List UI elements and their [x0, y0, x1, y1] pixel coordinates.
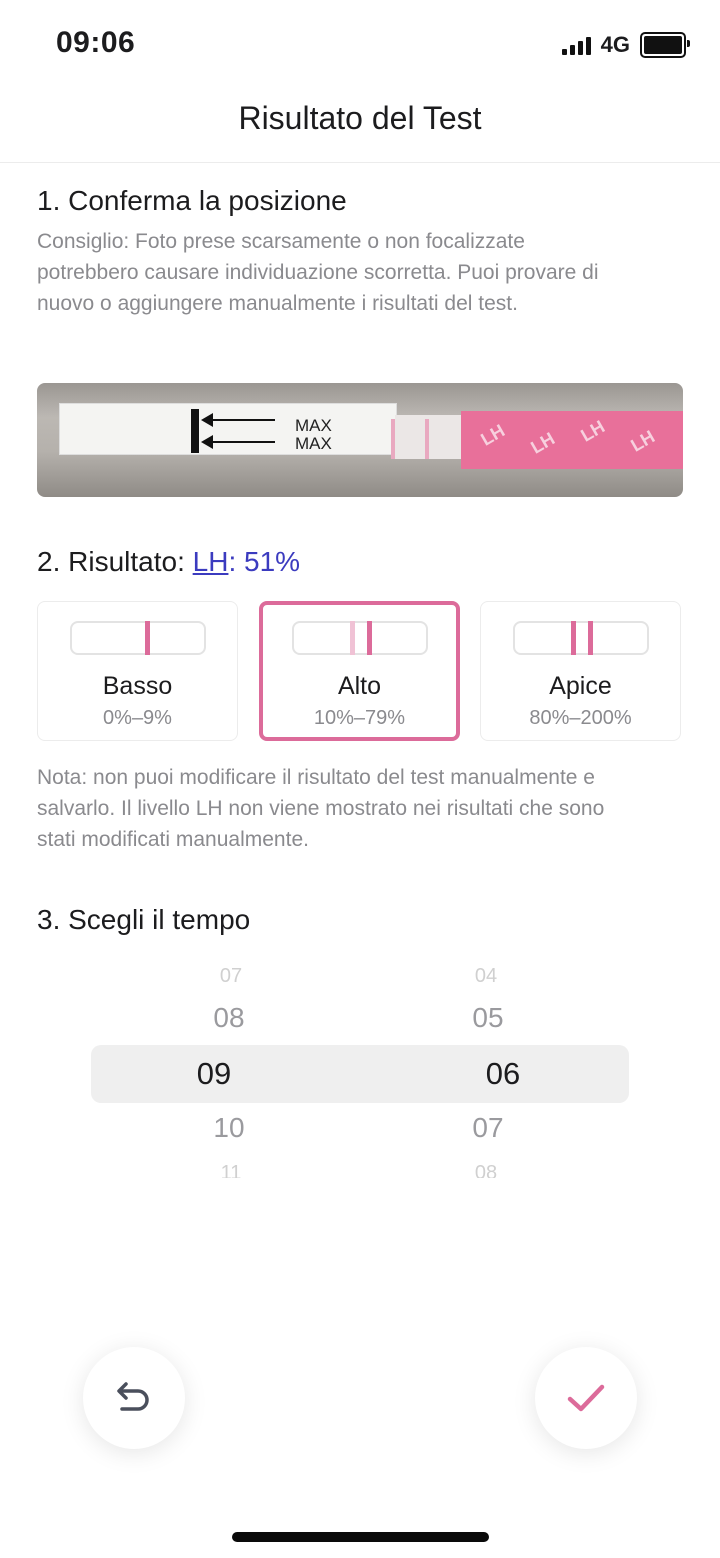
note-line: Nota: non puoi modificare il risultato d… [37, 766, 595, 789]
strip-max-label: MAX [295, 416, 332, 435]
lh-info-link[interactable]: LH [193, 546, 229, 577]
strip-marker [191, 409, 199, 453]
result-card-peak[interactable]: Apice 80%–200% [480, 601, 681, 741]
battery-icon [640, 32, 690, 58]
section-title-time: 3. Scegli il tempo [37, 904, 251, 935]
back-button[interactable] [83, 1347, 185, 1449]
card-range: 0%–9% [103, 707, 172, 729]
result-title-label: 2. Risultato: [37, 546, 185, 577]
tip-line: nuovo o aggiungere manualmente i risulta… [37, 292, 518, 315]
result-note: Nota: non puoi modificare il risultato d… [37, 762, 677, 855]
minute-option[interactable]: 04 [426, 965, 546, 983]
undo-arrow-icon [117, 1382, 149, 1411]
result-card-low[interactable]: Basso 0%–9% [37, 601, 238, 741]
page-title: Risultato del Test [238, 100, 482, 136]
note-line: stati modificati manualmente. [37, 828, 309, 851]
arrow-icon [201, 435, 275, 449]
tip-line: potrebbero causare individuazione scorre… [37, 261, 599, 284]
pad-pattern: LH [477, 420, 509, 450]
hour-option[interactable]: 08 [169, 1002, 289, 1034]
section-title-position: 1. Conferma la posizione [37, 185, 347, 216]
status-time: 09:06 [56, 26, 136, 59]
network-type: 4G [600, 32, 630, 57]
status-indicators: 4G [561, 32, 690, 58]
checkmark-icon [567, 1384, 605, 1412]
result-title: 2. Risultato: LH: 51% [37, 546, 300, 578]
strip-icon [69, 621, 206, 655]
minute-option[interactable]: 07 [428, 1112, 548, 1144]
hour-selected[interactable]: 09 [154, 1056, 274, 1092]
pad-pattern: LH [527, 428, 559, 458]
header-divider [0, 162, 720, 163]
strip-handle [59, 403, 397, 455]
hour-option[interactable]: 10 [169, 1112, 289, 1144]
strip-line [391, 419, 395, 459]
card-label: Alto [337, 672, 382, 700]
card-label: Basso [102, 672, 173, 700]
confirm-button[interactable] [535, 1347, 637, 1449]
strip-max-label: MAX [295, 434, 332, 453]
pad-pattern: LH [577, 416, 609, 446]
strip-icon [512, 621, 649, 655]
strip-line [425, 419, 429, 459]
signal-icon [561, 35, 591, 55]
test-strip-photo[interactable]: MAX MAX LH LH LH LH [37, 383, 683, 497]
minute-selected[interactable]: 06 [443, 1056, 563, 1092]
status-bar: 09:06 4G [0, 0, 720, 90]
strip-absorbent-pad: LH LH LH LH [461, 411, 683, 469]
note-line: salvarlo. Il livello LH non viene mostra… [37, 797, 605, 820]
position-tip: Consiglio: Foto prese scarsamente o non … [37, 226, 677, 319]
hour-option[interactable]: 11 [171, 1162, 291, 1178]
hour-option[interactable]: 07 [171, 965, 291, 983]
arrow-icon [201, 413, 275, 427]
card-label: Apice [549, 672, 612, 700]
minute-option[interactable]: 05 [428, 1002, 548, 1034]
minute-option[interactable]: 08 [426, 1162, 546, 1178]
strip-icon [291, 621, 428, 655]
result-card-high[interactable]: Alto 10%–79% [259, 601, 460, 741]
pad-pattern: LH [627, 426, 659, 456]
tip-line: Consiglio: Foto prese scarsamente o non … [37, 230, 525, 253]
lh-value: : 51% [228, 546, 301, 577]
card-range: 10%–79% [313, 707, 406, 729]
card-range: 80%–200% [529, 707, 632, 729]
home-indicator[interactable] [232, 1532, 489, 1542]
